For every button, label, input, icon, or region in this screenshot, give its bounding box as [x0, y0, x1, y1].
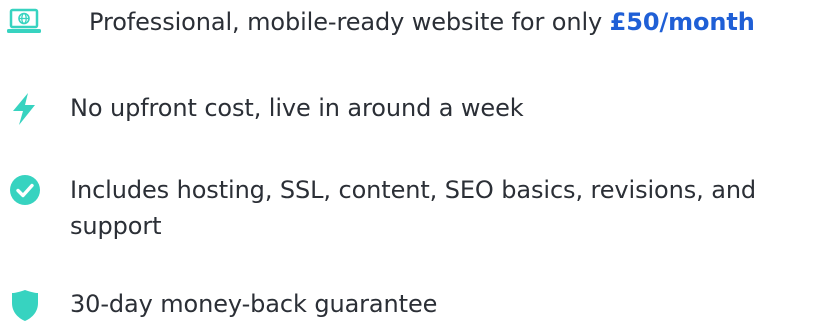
check-circle-icon [10, 175, 40, 205]
feature-text-includes: Includes hosting, SSL, content, SEO basi… [70, 176, 757, 240]
shield-icon [12, 290, 38, 321]
price-highlight: £50/month [609, 8, 755, 36]
feature-text-guarantee: 30-day money-back guarantee [70, 290, 438, 318]
feature-text-website: Professional, mobile-ready website for o… [89, 4, 755, 40]
laptop-globe-icon [7, 8, 41, 33]
feature-label: Professional, mobile-ready website for o… [89, 8, 610, 36]
lightning-bolt-icon [13, 93, 35, 125]
feature-text-no-upfront-cost: No upfront cost, live in around a week [70, 94, 524, 122]
